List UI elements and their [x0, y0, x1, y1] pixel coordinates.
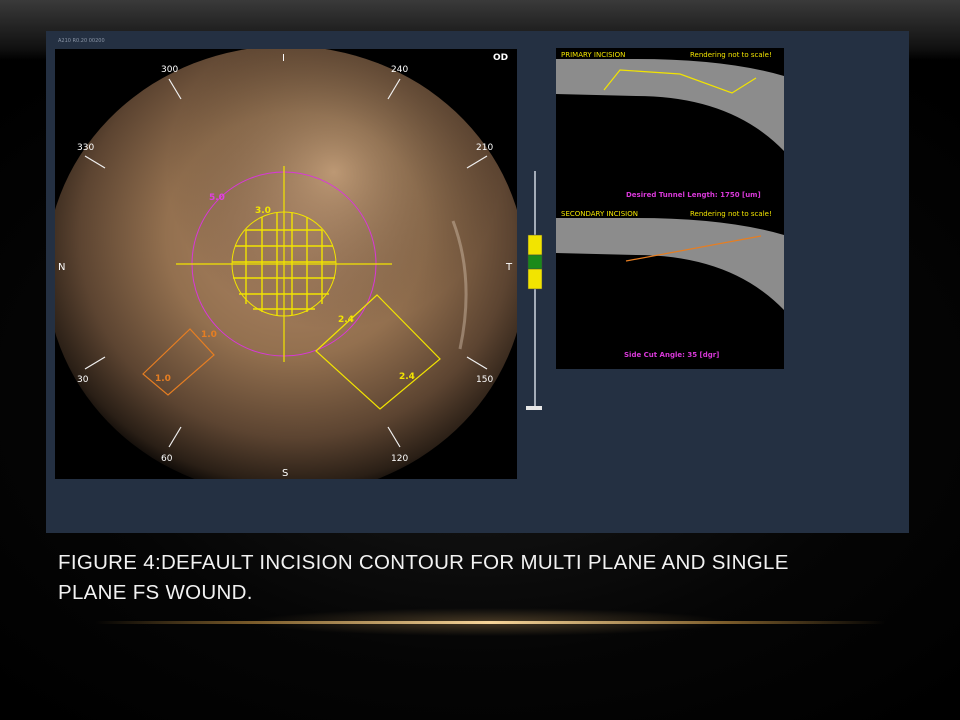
laser-software-screen: A210 R0.20 00200 I S N T 300 240 330 210… — [46, 31, 909, 533]
orientation-left-label: N — [58, 262, 65, 273]
secondary-incision-panel[interactable]: SECONDARY INCISION Rendering not to scal… — [556, 207, 784, 369]
depth-scale-svg — [517, 171, 543, 410]
clock-label-60: 60 — [161, 454, 173, 464]
clock-label-240: 240 — [391, 65, 408, 75]
secondary-cornea-section — [556, 218, 784, 310]
primary-incision-svg — [556, 59, 784, 151]
orientation-top-label: I — [282, 53, 285, 64]
screen-id-text: A210 R0.20 00200 — [58, 38, 105, 44]
eye-side-label: OD — [493, 53, 509, 63]
primary-panel-note: Rendering not to scale! — [690, 51, 772, 59]
orientation-right-label: T — [505, 262, 513, 273]
secondary-panel-note: Rendering not to scale! — [690, 210, 772, 218]
clock-label-30: 30 — [77, 375, 89, 385]
primary-panel-title: PRIMARY INCISION — [561, 51, 626, 59]
clock-label-120: 120 — [391, 454, 408, 464]
caption-glow-halo — [150, 600, 830, 640]
depth-scale-end-handle[interactable] — [526, 406, 542, 410]
depth-marker-lower[interactable] — [527, 268, 543, 290]
secondary-panel-footer: Side Cut Angle: 35 [dgr] — [624, 351, 720, 359]
clock-label-300: 300 — [161, 65, 178, 75]
secondary-panel-title: SECONDARY INCISION — [561, 210, 638, 218]
secondary-incision-dim-b: 1.0 — [155, 374, 171, 384]
caption-glow-line — [95, 621, 885, 624]
primary-incision-dim-a: 2.4 — [338, 315, 354, 325]
secondary-incision-svg — [556, 218, 784, 310]
ring-3mm-label: 3.0 — [255, 206, 271, 216]
eye-overlay-svg: I S N T 300 240 330 210 30 150 60 120 5.… — [55, 49, 517, 479]
primary-incision-dim-b: 2.4 — [399, 372, 415, 382]
depth-marker-center[interactable] — [527, 254, 543, 270]
ring-5mm-label: 5.0 — [209, 193, 225, 203]
primary-incision-panel[interactable]: PRIMARY INCISION Rendering not to scale!… — [556, 48, 784, 210]
clock-label-210: 210 — [476, 143, 493, 153]
depth-marker-upper[interactable] — [527, 234, 543, 256]
clock-label-150: 150 — [476, 375, 493, 385]
primary-panel-footer: Desired Tunnel Length: 1750 [um] — [626, 191, 761, 199]
secondary-incision-dim-a: 1.0 — [201, 330, 217, 340]
slide-caption: FIGURE 4:DEFAULT INCISION CONTOUR FOR MU… — [58, 548, 878, 608]
orientation-bottom-label: S — [282, 468, 288, 479]
clock-label-330: 330 — [77, 143, 94, 153]
depth-scale-bar[interactable] — [517, 171, 544, 411]
eye-image-panel[interactable]: I S N T 300 240 330 210 30 150 60 120 5.… — [55, 49, 517, 479]
caption-line-1: FIGURE 4:DEFAULT INCISION CONTOUR FOR MU… — [58, 551, 789, 574]
